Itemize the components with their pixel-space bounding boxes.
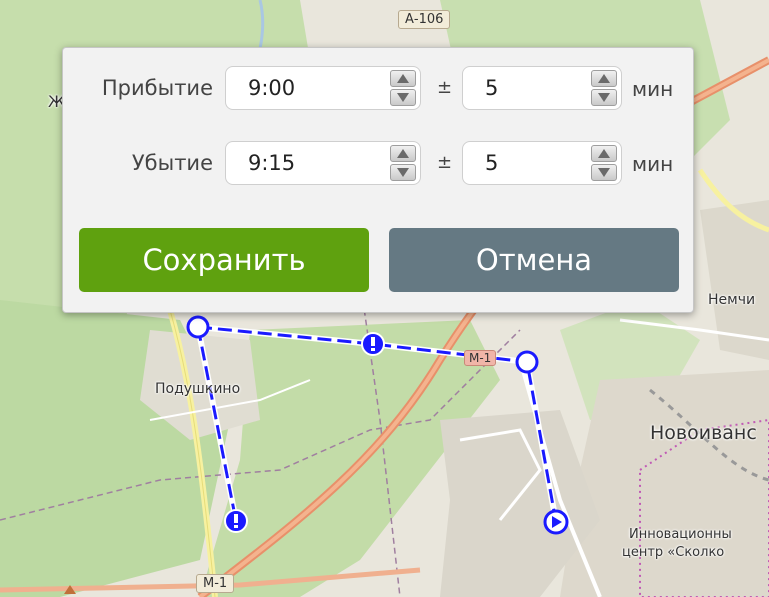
save-button[interactable]: Сохранить: [79, 228, 369, 292]
arrow-up-icon: [397, 74, 409, 83]
arrival-time-increment-button[interactable]: [390, 70, 416, 87]
arrow-down-icon: [397, 168, 409, 177]
departure-time-increment-button[interactable]: [390, 145, 416, 162]
departure-tolerance-spinner[interactable]: [591, 145, 617, 181]
departure-tolerance-input[interactable]: [485, 151, 575, 175]
departure-label: Убытие: [131, 151, 213, 175]
arrival-label: Прибытие: [101, 76, 213, 100]
arrival-time-decrement-button[interactable]: [390, 89, 416, 106]
road-shield-m1-mid: М-1: [464, 350, 497, 366]
arrow-up-icon: [397, 149, 409, 158]
waypoint-marker: [515, 350, 539, 374]
time-window-dialog: Прибытие ± мин Убытие ±: [62, 47, 694, 313]
map-label-innovation-line1: Инновационны: [629, 527, 732, 542]
departure-tolerance-decrement-button[interactable]: [591, 164, 617, 181]
cancel-button[interactable]: Отмена: [389, 228, 679, 292]
arrival-time-field[interactable]: [225, 66, 421, 110]
arrival-row: Прибытие ± мин: [63, 66, 693, 110]
arrow-down-icon: [598, 168, 610, 177]
arrival-tolerance-increment-button[interactable]: [591, 70, 617, 87]
map-label-innovation-line2: центр «Сколко: [622, 545, 725, 560]
arrival-tolerance-spinner[interactable]: [591, 70, 617, 106]
departure-tolerance-field[interactable]: [462, 141, 622, 185]
arrival-tolerance-decrement-button[interactable]: [591, 89, 617, 106]
departure-time-spinner[interactable]: [390, 145, 416, 181]
arrival-time-input[interactable]: [248, 76, 368, 100]
waypoint-marker: [186, 315, 210, 339]
arrow-up-icon: [598, 149, 610, 158]
plus-minus-sign: ±: [437, 152, 453, 173]
departure-time-decrement-button[interactable]: [390, 164, 416, 181]
road-shield-a106: А-106: [398, 10, 451, 29]
play-start-icon: [543, 509, 569, 535]
arrow-down-icon: [598, 93, 610, 102]
map-label-podushkino: Подушкино: [155, 381, 241, 397]
map-label-nemchinovka: Немчи: [708, 292, 756, 308]
warning-stop-icon: [361, 332, 385, 356]
departure-time-field[interactable]: [225, 141, 421, 185]
arrival-time-spinner[interactable]: [390, 70, 416, 106]
arrival-tolerance-field[interactable]: [462, 66, 622, 110]
departure-tolerance-increment-button[interactable]: [591, 145, 617, 162]
arrow-down-icon: [397, 93, 409, 102]
departure-unit-label: мин: [632, 152, 674, 176]
arrival-unit-label: мин: [632, 77, 674, 101]
arrow-up-icon: [598, 74, 610, 83]
departure-row: Убытие ± мин: [63, 141, 693, 185]
road-shield-m1: М-1: [196, 574, 235, 593]
warning-stop-icon: [224, 509, 248, 533]
plus-minus-sign: ±: [437, 77, 453, 98]
arrival-tolerance-input[interactable]: [485, 76, 575, 100]
departure-time-input[interactable]: [248, 151, 368, 175]
map-label-novoivanovskoe: Новоиванс: [650, 422, 757, 444]
